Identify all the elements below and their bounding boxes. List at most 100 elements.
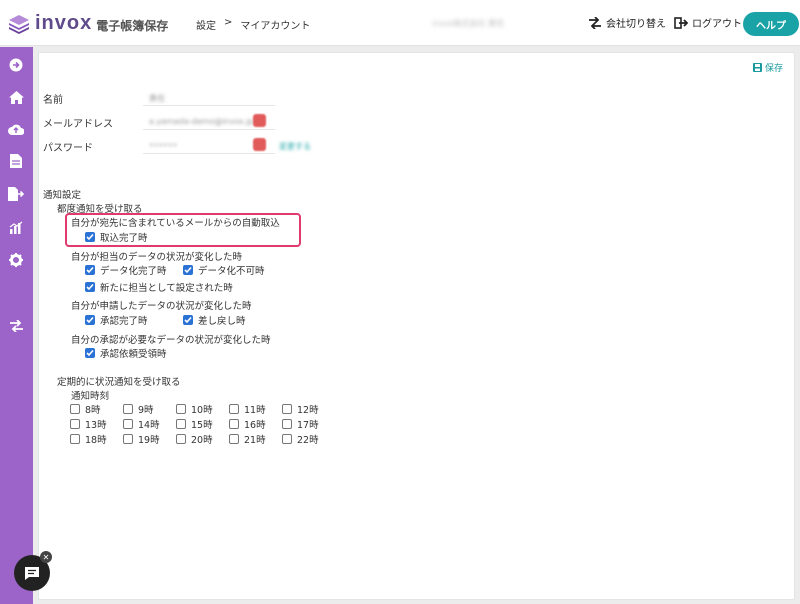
- checkbox-label: 9時: [138, 405, 154, 416]
- checkbox-checked-icon: [183, 265, 193, 275]
- checkbox-unchecked-icon: [70, 419, 80, 429]
- logout-button[interactable]: ログアウト: [674, 15, 742, 30]
- app-header: invox 電子帳簿保存 設定 > マイアカウント invox株式会社 責任 会…: [0, 0, 800, 46]
- user-name: invox株式会社 責任: [432, 19, 504, 28]
- checkbox-label: 17時: [297, 420, 319, 431]
- checkbox-label: 14時: [138, 420, 160, 431]
- checkbox-time-22[interactable]: 22時: [282, 432, 319, 446]
- checkbox-time-14[interactable]: 14時: [123, 417, 160, 431]
- checkbox-time-9[interactable]: 9時: [123, 402, 154, 416]
- checkbox-time-13[interactable]: 13時: [70, 417, 107, 431]
- logo-subtitle: 電子帳簿保存: [96, 18, 169, 33]
- checkbox-time-16[interactable]: 16時: [229, 417, 266, 431]
- checkbox-unchecked-icon: [176, 404, 186, 414]
- checkbox-time-17[interactable]: 17時: [282, 417, 319, 431]
- checkbox-checked-icon: [85, 282, 95, 292]
- checkbox-digitize-done[interactable]: データ化完了時: [85, 263, 167, 277]
- checkbox-approval-received[interactable]: 承認依頼受領時: [85, 346, 167, 360]
- checkbox-time-12[interactable]: 12時: [282, 402, 319, 416]
- switch-arrows-icon: [589, 16, 601, 29]
- checkbox-time-21[interactable]: 21時: [229, 432, 266, 446]
- breadcrumb-settings[interactable]: 設定: [196, 17, 216, 32]
- checkbox-label: 8時: [85, 405, 101, 416]
- logout-label: ログアウト: [692, 19, 742, 30]
- chat-bubble-icon: [25, 566, 39, 580]
- save-button[interactable]: 保存: [753, 61, 783, 74]
- checkbox-time-11[interactable]: 11時: [229, 402, 266, 416]
- checkbox-unchecked-icon: [282, 419, 292, 429]
- checkbox-unchecked-icon: [229, 419, 239, 429]
- help-button[interactable]: ヘルプ: [743, 12, 799, 36]
- checkbox-time-15[interactable]: 15時: [176, 417, 213, 431]
- password-field-underline: [143, 153, 275, 154]
- checkbox-label: 取込完了時: [100, 233, 148, 244]
- checkbox-label: 11時: [244, 405, 266, 416]
- name-label: 名前: [43, 95, 63, 106]
- checkbox-label: データ化完了時: [100, 266, 167, 277]
- breadcrumb-my-account: マイアカウント: [240, 21, 311, 32]
- logout-icon: [674, 16, 688, 29]
- file-export-icon[interactable]: [8, 186, 24, 202]
- name-field[interactable]: 責任: [149, 93, 165, 104]
- checkbox-label: 10時: [191, 405, 213, 416]
- email-label: メールアドレス: [43, 119, 113, 130]
- logo[interactable]: invox 電子帳簿保存: [8, 12, 168, 35]
- email-field-underline: [143, 129, 275, 130]
- checkbox-label: 新たに担当として設定された時: [100, 283, 233, 294]
- checkbox-time-20[interactable]: 20時: [176, 432, 213, 446]
- checkbox-returned[interactable]: 差し戻し時: [183, 313, 246, 327]
- switch-company-label: 会社切り替え: [606, 19, 666, 30]
- checkbox-unchecked-icon: [123, 419, 133, 429]
- checkbox-label: 13時: [85, 420, 107, 431]
- home-icon[interactable]: [8, 89, 24, 105]
- checkbox-unchecked-icon: [282, 434, 292, 444]
- checkbox-label: 16時: [244, 420, 266, 431]
- periodic-title: 定期的に状況通知を受け取る: [57, 377, 181, 388]
- checkbox-label: 20時: [191, 435, 213, 446]
- checkbox-label: 承認依頼受領時: [100, 349, 167, 360]
- email-field[interactable]: a.yamada-demo@invox.jp: [149, 117, 254, 126]
- logo-text: invox: [35, 12, 93, 34]
- password-edit-icon[interactable]: [253, 138, 266, 151]
- assigned-title: 自分が担当のデータの状況が変化した時: [71, 252, 243, 263]
- password-change-link[interactable]: 変更する: [279, 141, 311, 152]
- approval-title: 自分の承認が必要なデータの状況が変化した時: [71, 335, 271, 346]
- checkbox-label: 18時: [85, 435, 107, 446]
- email-edit-icon[interactable]: [253, 114, 266, 127]
- transfer-icon[interactable]: [8, 318, 24, 334]
- checkbox-approved[interactable]: 承認完了時: [85, 313, 148, 327]
- account-settings-panel: 保存 名前 責任 メールアドレス a.yamada-demo@invox.jp …: [38, 52, 795, 600]
- gear-icon[interactable]: [8, 252, 24, 268]
- checkbox-unchecked-icon: [70, 404, 80, 414]
- checkbox-digitize-failed[interactable]: データ化不可時: [183, 263, 265, 277]
- chart-icon[interactable]: [8, 219, 24, 235]
- name-field-underline: [143, 105, 275, 106]
- checkbox-label: データ化不可時: [198, 266, 265, 277]
- checkbox-label: 22時: [297, 435, 319, 446]
- password-field[interactable]: ••••••: [149, 141, 177, 150]
- switch-company-button[interactable]: 会社切り替え: [588, 15, 666, 30]
- checkbox-time-19[interactable]: 19時: [123, 432, 160, 446]
- checkbox-checked-icon: [85, 232, 95, 242]
- checkbox-checked-icon: [85, 315, 95, 325]
- checkbox-time-8[interactable]: 8時: [70, 402, 101, 416]
- save-label: 保存: [765, 64, 784, 74]
- checkbox-unchecked-icon: [229, 404, 239, 414]
- checkbox-new-assigned[interactable]: 新たに担当として設定された時: [85, 280, 233, 294]
- checkbox-label: 19時: [138, 435, 160, 446]
- cloud-upload-icon[interactable]: [8, 121, 24, 137]
- checkbox-checked-icon: [85, 348, 95, 358]
- chat-close-icon[interactable]: ✕: [40, 551, 52, 563]
- breadcrumb-separator: >: [224, 17, 233, 28]
- checkbox-auto-import-done[interactable]: 取込完了時: [85, 230, 148, 244]
- arrow-right-circle-icon[interactable]: [8, 57, 24, 73]
- password-label: パスワード: [43, 143, 93, 154]
- checkbox-label: 差し戻し時: [198, 316, 246, 327]
- sidebar: [0, 47, 33, 604]
- checkbox-unchecked-icon: [123, 434, 133, 444]
- checkbox-label: 21時: [244, 435, 266, 446]
- document-icon[interactable]: [8, 153, 24, 169]
- checkbox-time-18[interactable]: 18時: [70, 432, 107, 446]
- checkbox-time-10[interactable]: 10時: [176, 402, 213, 416]
- checkbox-unchecked-icon: [282, 404, 292, 414]
